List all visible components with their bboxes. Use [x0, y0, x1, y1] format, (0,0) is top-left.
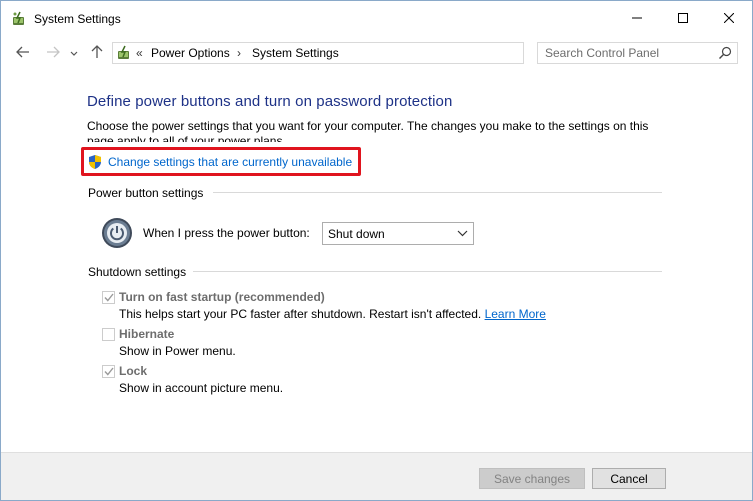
chevron-down-icon	[70, 46, 78, 60]
control-panel-icon	[116, 45, 132, 61]
hibernate-checkbox[interactable]	[102, 328, 115, 341]
search-icon[interactable]	[718, 46, 732, 60]
title-bar[interactable]: System Settings	[1, 1, 752, 37]
up-button[interactable]	[88, 44, 106, 62]
window-title: System Settings	[34, 12, 121, 26]
fast-startup-label[interactable]: Turn on fast startup (recommended)	[119, 290, 325, 304]
footer-bar: Save changes Cancel	[1, 452, 752, 500]
checkmark-icon	[103, 291, 114, 305]
maximize-button[interactable]	[660, 1, 706, 37]
section-divider	[213, 192, 662, 193]
up-arrow-icon	[91, 44, 103, 62]
fast-startup-description-text: This helps start your PC faster after sh…	[119, 307, 482, 321]
search-box[interactable]	[537, 42, 738, 64]
change-settings-link[interactable]: Change settings that are currently unava…	[108, 155, 352, 169]
power-options-icon	[11, 11, 27, 27]
back-arrow-icon	[16, 46, 30, 61]
recent-locations-button[interactable]	[68, 44, 80, 62]
fast-startup-checkbox[interactable]	[102, 291, 115, 304]
back-button[interactable]	[14, 44, 32, 62]
save-changes-button[interactable]: Save changes	[479, 468, 585, 489]
power-button-icon	[101, 217, 133, 249]
close-button[interactable]	[706, 1, 752, 37]
shutdown-section-title: Shutdown settings	[88, 265, 187, 279]
chevron-down-icon	[457, 228, 468, 239]
section-divider	[193, 271, 662, 272]
power-button-label: When I press the power button:	[143, 226, 310, 240]
power-button-action-select[interactable]: Shut down	[322, 222, 474, 245]
close-icon	[723, 12, 735, 26]
forward-arrow-icon	[46, 46, 60, 61]
address-bar[interactable]: « Power Options › System Settings	[112, 42, 631, 64]
system-settings-window: System Settings « Power Options › System…	[0, 0, 753, 501]
breadcrumb-power-options[interactable]: Power Options	[151, 46, 230, 60]
maximize-icon	[678, 12, 688, 26]
navigation-bar: « Power Options › System Settings	[1, 37, 752, 69]
cancel-button[interactable]: Cancel	[592, 468, 666, 489]
power-button-action-value: Shut down	[328, 227, 385, 241]
minimize-icon	[632, 12, 642, 26]
forward-button[interactable]	[44, 44, 62, 62]
minimize-button[interactable]	[614, 1, 660, 37]
breadcrumb-overflow[interactable]: «	[136, 46, 143, 60]
lock-description: Show in account picture menu.	[119, 381, 284, 395]
power-button-section-title: Power button settings	[88, 186, 204, 200]
learn-more-link[interactable]: Learn More	[485, 307, 546, 321]
breadcrumb-system-settings[interactable]: System Settings	[252, 46, 339, 60]
lock-checkbox[interactable]	[102, 365, 115, 378]
hibernate-description: Show in Power menu.	[119, 344, 236, 358]
page-description: Choose the power settings that you want …	[87, 119, 649, 142]
page-title: Define power buttons and turn on passwor…	[87, 93, 453, 110]
lock-label[interactable]: Lock	[119, 364, 147, 378]
hibernate-label[interactable]: Hibernate	[119, 327, 174, 341]
fast-startup-description: This helps start your PC faster after sh…	[119, 307, 546, 321]
main-content: Define power buttons and turn on passwor…	[1, 69, 752, 459]
shield-icon	[87, 154, 103, 170]
checkmark-icon	[103, 365, 114, 379]
breadcrumb-separator: ›	[237, 46, 241, 60]
search-input[interactable]	[538, 43, 716, 63]
